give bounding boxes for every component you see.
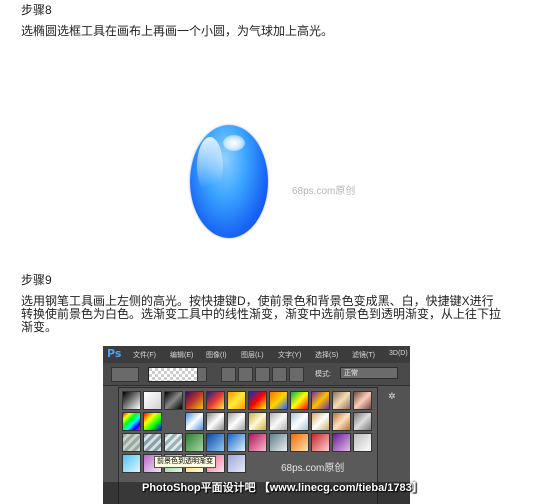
gradient-tooltip: 前景色到透明渐变: [154, 456, 216, 468]
linear-gradient-button[interactable]: [221, 367, 236, 382]
gradient-swatch[interactable]: [311, 433, 330, 452]
reflected-gradient-button[interactable]: [272, 367, 287, 382]
gradient-swatch[interactable]: [143, 391, 162, 410]
gradient-dropdown-arrow[interactable]: [197, 367, 207, 382]
gradient-swatch[interactable]: [185, 412, 204, 431]
gradient-swatch[interactable]: [332, 412, 351, 431]
gradient-swatch[interactable]: [122, 391, 141, 410]
gradient-preview[interactable]: [148, 367, 198, 382]
gradient-swatch[interactable]: [248, 391, 267, 410]
step8-text: 选椭圆选框工具在画布上再画一个小圆，为气球加上高光。: [21, 24, 334, 38]
gradient-swatch[interactable]: [269, 433, 288, 452]
gradient-swatch[interactable]: [122, 454, 141, 473]
gradient-swatch[interactable]: [248, 433, 267, 452]
ps-menubar: Ps 文件(F) 编辑(E) 图像(I) 图层(L) 文字(Y) 选择(S) 滤…: [103, 346, 410, 363]
gradient-swatch[interactable]: [353, 412, 372, 431]
gradient-swatch[interactable]: [290, 433, 309, 452]
step9-title: 步骤9: [21, 273, 52, 287]
gradient-swatch[interactable]: [353, 391, 372, 410]
angle-gradient-button[interactable]: [255, 367, 270, 382]
menu-type[interactable]: 文字(Y): [278, 350, 301, 360]
menu-filter[interactable]: 滤镜(T): [352, 350, 375, 360]
gradient-swatch[interactable]: [311, 391, 330, 410]
gradient-swatch[interactable]: [206, 433, 225, 452]
step9-text: 选用钢笔工具画上左侧的高光。按快捷键D，使前景色和背景色变成黑、白，快捷键X进行…: [21, 294, 502, 334]
gradient-swatch[interactable]: [164, 391, 183, 410]
image-watermark: 68ps.com原创: [292, 186, 356, 197]
gradient-swatch[interactable]: [122, 433, 141, 452]
gradient-swatch[interactable]: [227, 391, 246, 410]
gradient-swatch[interactable]: [143, 412, 162, 431]
gradient-swatch[interactable]: [311, 412, 330, 431]
mode-label: 模式:: [315, 371, 331, 378]
menu-layer[interactable]: 图层(L): [241, 350, 264, 360]
menu-select[interactable]: 选择(S): [315, 350, 338, 360]
menu-edit[interactable]: 编辑(E): [170, 350, 193, 360]
menu-file[interactable]: 文件(F): [133, 350, 156, 360]
radial-gradient-button[interactable]: [238, 367, 253, 382]
screenshot-watermark: 68ps.com原创: [281, 463, 345, 474]
gradient-swatch[interactable]: [290, 412, 309, 431]
gradient-swatch[interactable]: [185, 433, 204, 452]
gradient-swatch[interactable]: [206, 412, 225, 431]
footer-caption: PhotoShop平面设计吧 【www.linecg.com/tieba/178…: [142, 482, 423, 494]
gradient-swatch[interactable]: [206, 391, 225, 410]
gradient-swatch[interactable]: [248, 412, 267, 431]
step8-title: 步骤8: [21, 3, 52, 17]
gradient-swatch[interactable]: [122, 412, 141, 431]
gradient-swatch[interactable]: [269, 412, 288, 431]
balloon-top-highlight: [223, 135, 245, 151]
gradient-swatch[interactable]: [269, 391, 288, 410]
gradient-swatch[interactable]: [227, 412, 246, 431]
gradient-swatch[interactable]: [227, 454, 246, 473]
balloon-illustration: [190, 125, 270, 240]
tool-preset-picker[interactable]: [111, 367, 139, 382]
diamond-gradient-button[interactable]: [289, 367, 304, 382]
gradient-swatch[interactable]: [332, 391, 351, 410]
gear-icon[interactable]: ✲: [388, 391, 396, 402]
gradient-swatch[interactable]: [332, 433, 351, 452]
gradient-swatch[interactable]: [185, 391, 204, 410]
gradient-swatch[interactable]: [164, 433, 183, 452]
menu-3d[interactable]: 3D(D): [389, 350, 408, 357]
ps-logo: Ps: [107, 347, 122, 360]
gradient-swatch[interactable]: [227, 433, 246, 452]
mode-select[interactable]: 正常: [340, 367, 398, 379]
gradient-swatch[interactable]: [143, 433, 162, 452]
gradient-swatch[interactable]: [290, 391, 309, 410]
gradient-swatch[interactable]: [353, 433, 372, 452]
menu-image[interactable]: 图像(I): [206, 350, 227, 360]
balloon-left-highlight: [197, 137, 223, 195]
ps-options-bar: 模式: 正常: [103, 363, 410, 386]
